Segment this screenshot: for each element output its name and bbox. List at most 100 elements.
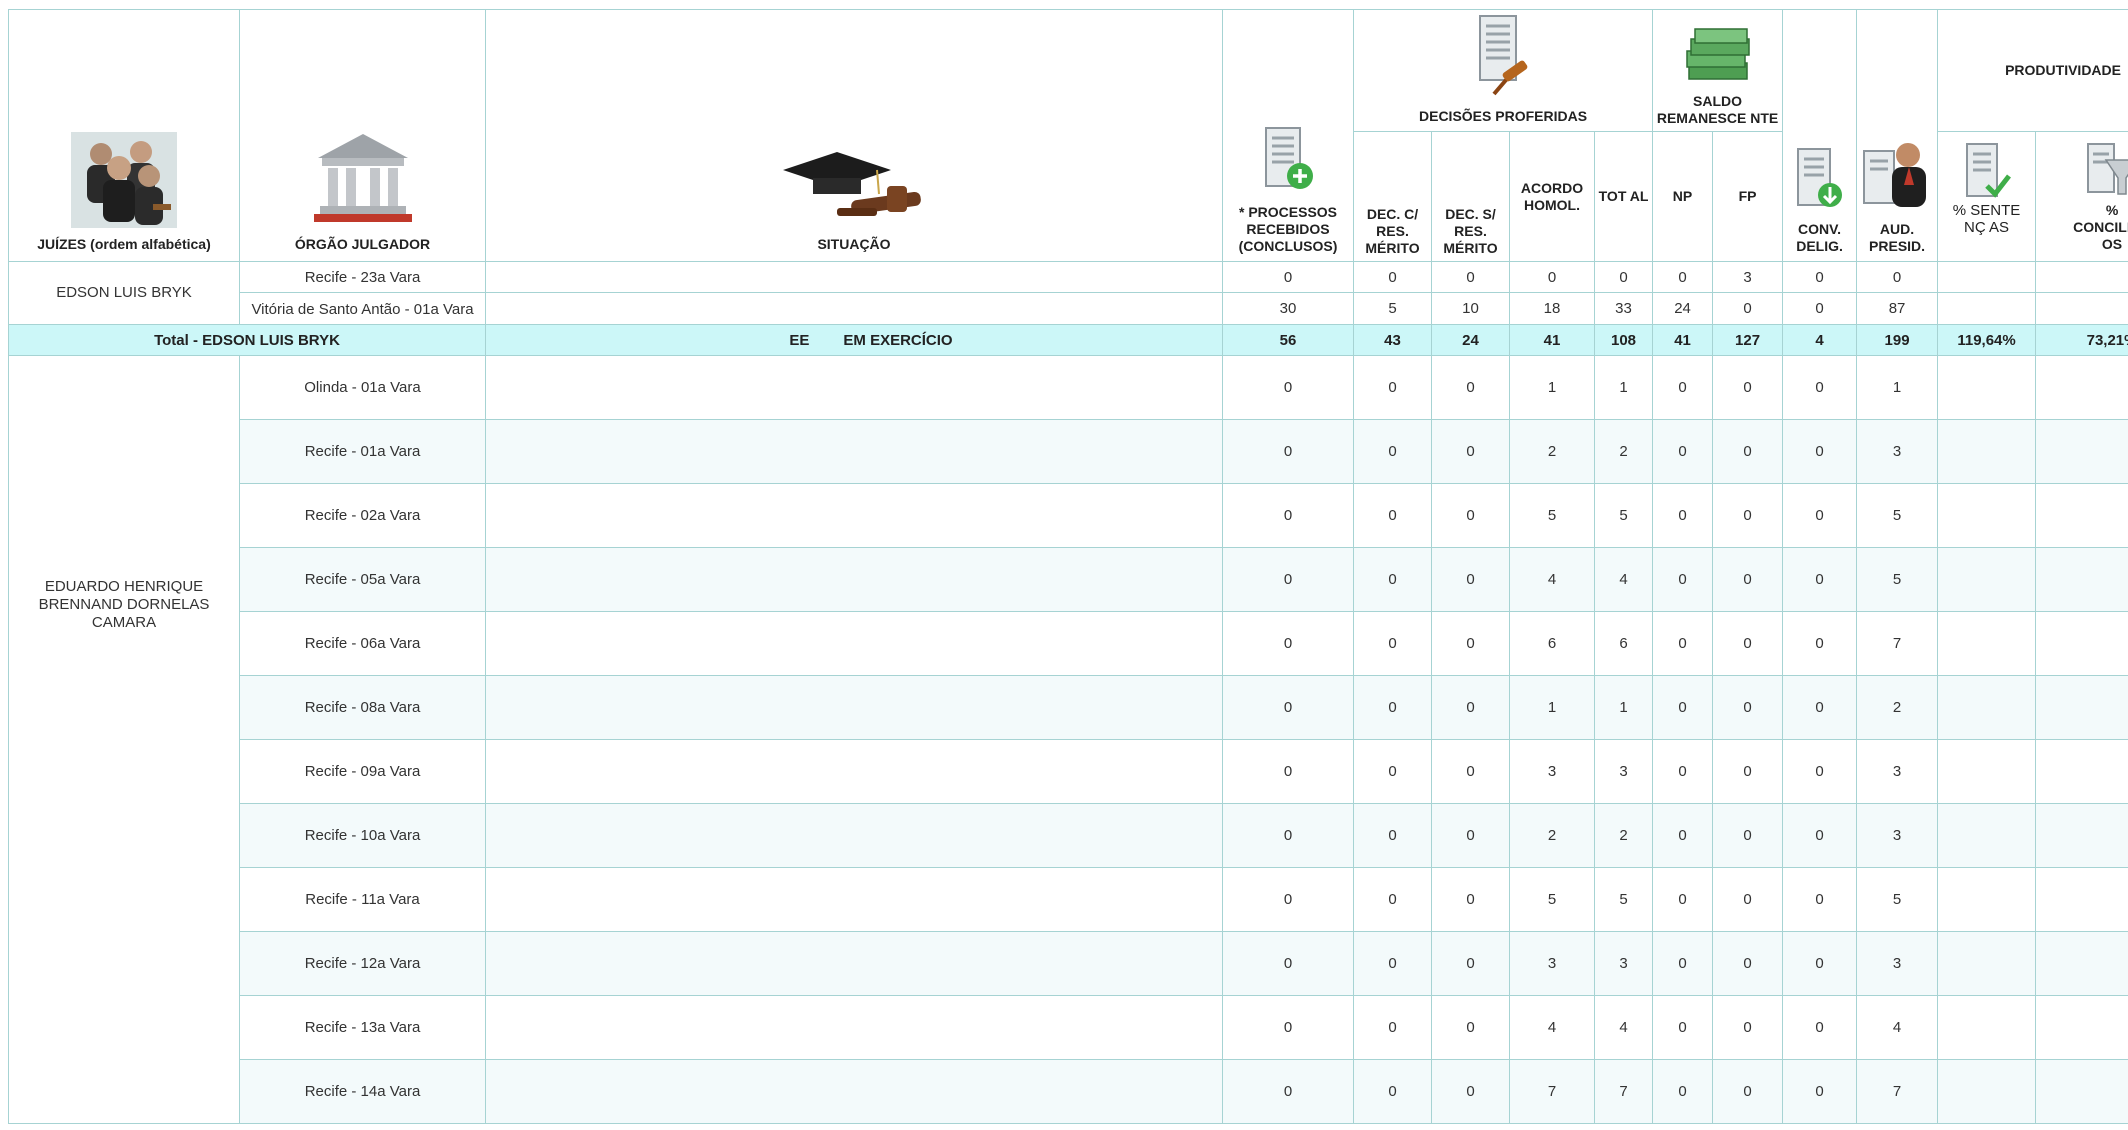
total-value: 41 <box>1652 324 1714 356</box>
value-cell: 0 <box>1353 355 1432 420</box>
value-cell: 2 <box>1856 675 1939 740</box>
value-cell: 0 <box>1431 931 1510 996</box>
value-cell: 0 <box>1353 739 1432 804</box>
table-row: Recife - 05a Vara 0 0 0 4 4 0 0 0 5 <box>9 547 2128 612</box>
total-value: 56 <box>1222 324 1354 356</box>
pct-cell <box>1937 803 2037 868</box>
value-cell: 0 <box>1652 611 1714 676</box>
situacao-cell <box>485 739 1223 804</box>
value-cell: 3 <box>1593 931 1654 996</box>
header-decisoes: DECISÕES PROFERIDAS <box>1352 9 1654 132</box>
pct-cell <box>1937 547 2037 612</box>
value-cell: 1 <box>1509 355 1595 420</box>
value-cell: 0 <box>1782 739 1858 804</box>
courthouse-icon <box>313 134 412 222</box>
value-cell: 0 <box>1712 547 1784 612</box>
value-cell: 1 <box>1593 675 1654 740</box>
judge-name: EDUARDO HENRIQUE BRENNAND DORNELAS CAMAR… <box>8 355 240 1124</box>
value-cell: 0 <box>1712 803 1784 868</box>
value-cell: 0 <box>1652 261 1714 293</box>
total-value: 43 <box>1353 324 1432 356</box>
value-cell: 0 <box>1222 611 1354 676</box>
table-row: Recife - 09a Vara 0 0 0 3 3 0 0 0 3 <box>9 739 2128 804</box>
value-cell: 3 <box>1856 803 1939 868</box>
header-juizes: JUÍZES (ordem alfabética) <box>8 9 240 262</box>
total-situacao: EE EM EXERCÍCIO <box>485 324 1223 356</box>
orgao-cell: Recife - 14a Vara <box>239 1059 486 1124</box>
sentences-check-icon <box>1965 143 2011 198</box>
pct-cell <box>2035 675 2128 740</box>
value-cell: 0 <box>1652 995 1714 1060</box>
value-cell: 7 <box>1509 1059 1595 1124</box>
value-cell: 0 <box>1222 675 1354 740</box>
orgao-cell: Recife - 10a Vara <box>239 803 486 868</box>
value-cell: 0 <box>1652 483 1714 548</box>
value-cell: 0 <box>1652 675 1714 740</box>
table-row: Recife - 13a Vara 0 0 0 4 4 0 0 0 4 <box>9 995 2128 1060</box>
pct-cell <box>1937 611 2037 676</box>
value-cell: 0 <box>1712 995 1784 1060</box>
pct-conciliados-value: 73,21% <box>2035 324 2128 356</box>
received-processes-icon <box>1265 127 1313 189</box>
orgao-cell: Recife - 09a Vara <box>239 739 486 804</box>
value-cell: 0 <box>1431 739 1510 804</box>
pct-cell <box>1937 419 2037 484</box>
pct-cell <box>1937 1059 2037 1124</box>
situacao-cell <box>485 1059 1223 1124</box>
value-cell: 2 <box>1509 419 1595 484</box>
value-cell: 0 <box>1431 611 1510 676</box>
value-cell: 0 <box>1222 1059 1354 1124</box>
value-cell: 87 <box>1856 292 1939 325</box>
header-acordo: ACORDO HOMOL. <box>1509 131 1595 262</box>
value-cell: 0 <box>1431 483 1510 548</box>
header-fp: FP <box>1712 131 1784 262</box>
value-cell: 0 <box>1712 611 1784 676</box>
value-cell: 0 <box>1712 355 1784 420</box>
header-orgao: ÓRGÃO JULGADOR <box>239 9 486 262</box>
value-cell: 0 <box>1712 739 1784 804</box>
header-pct-conciliados: % CONCILIAD OS <box>2035 131 2128 262</box>
header-produtividade: PRODUTIVIDADE <box>1937 9 2128 132</box>
header-situacao: SITUAÇÃO <box>485 9 1223 262</box>
pct-cell <box>2035 483 2128 548</box>
pct-cell <box>2035 739 2128 804</box>
pct-cell <box>2035 292 2128 325</box>
table-row: EDUARDO HENRIQUE BRENNAND DORNELAS CAMAR… <box>8 355 2128 1124</box>
total-label: Total - EDSON LUIS BRYK <box>8 324 486 356</box>
value-cell: 0 <box>1431 803 1510 868</box>
value-cell: 4 <box>1509 995 1595 1060</box>
value-cell: 18 <box>1509 292 1595 325</box>
value-cell: 0 <box>1782 419 1858 484</box>
value-cell: 0 <box>1353 1059 1432 1124</box>
funnel-icon <box>2087 143 2128 195</box>
value-cell: 0 <box>1353 931 1432 996</box>
value-cell: 0 <box>1652 739 1714 804</box>
orgao-cell: Recife - 12a Vara <box>239 931 486 996</box>
situacao-cell <box>485 995 1223 1060</box>
value-cell: 0 <box>1712 419 1784 484</box>
value-cell: 0 <box>1782 931 1858 996</box>
pct-cell <box>2035 995 2128 1060</box>
graduation-cap-gavel-icon <box>783 152 921 216</box>
pct-cell <box>1937 995 2037 1060</box>
total-value: 4 <box>1782 324 1858 356</box>
total-row: Total - EDSON LUIS BRYK EE EM EXERCÍCIO 5… <box>8 324 2128 356</box>
value-cell: 1 <box>1509 675 1595 740</box>
value-cell: 0 <box>1431 355 1510 420</box>
value-cell: 0 <box>1431 419 1510 484</box>
table-row: Recife - 10a Vara 0 0 0 2 2 0 0 0 3 <box>9 803 2128 868</box>
situacao-cell <box>485 931 1223 996</box>
value-cell: 0 <box>1222 483 1354 548</box>
table-row: Recife - 02a Vara 0 0 0 5 5 0 0 0 5 <box>9 483 2128 548</box>
value-cell: 0 <box>1652 547 1714 612</box>
value-cell: 5 <box>1509 483 1595 548</box>
value-cell: 5 <box>1593 867 1654 932</box>
value-cell: 5 <box>1509 867 1595 932</box>
situacao-cell <box>485 483 1223 548</box>
situacao-cell <box>485 611 1223 676</box>
value-cell: 2 <box>1593 419 1654 484</box>
pct-cell <box>2035 355 2128 420</box>
pct-cell <box>1937 292 2037 325</box>
value-cell: 0 <box>1782 995 1858 1060</box>
value-cell: 0 <box>1782 803 1858 868</box>
